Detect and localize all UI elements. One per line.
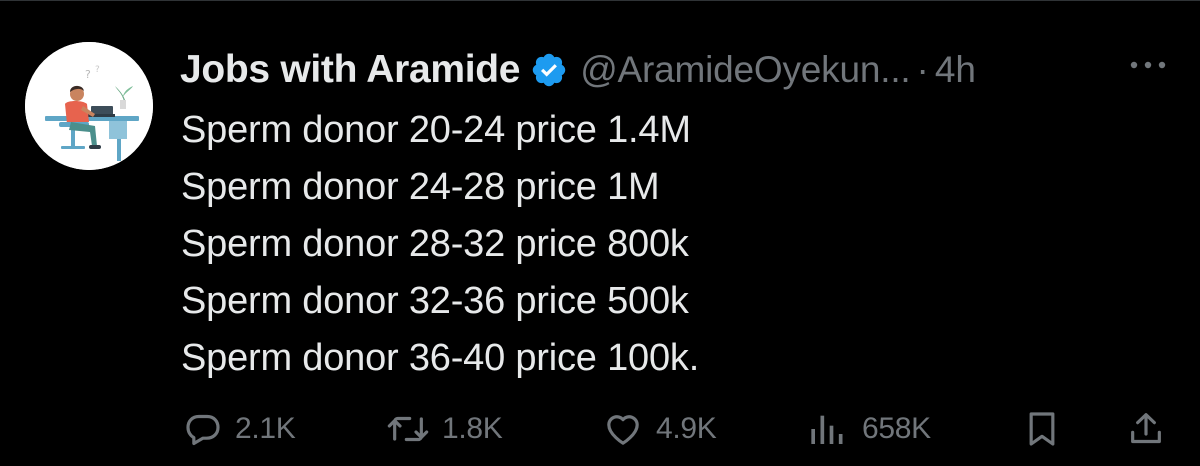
tweet-text-line: Sperm donor 36-40 price 100k. [181, 337, 700, 379]
repost-button[interactable]: 1.8K [386, 404, 503, 454]
repost-icon [387, 416, 429, 442]
tweet-text-line: Sperm donor 20-24 price 1.4M [181, 109, 691, 151]
tweet-text: Sperm donor 20-24 price 1.4M Sperm donor… [181, 102, 1171, 387]
tweet-action-bar: 2.1K 1.8K 4.9K 658K [0, 404, 1200, 454]
tweet-text-line: Sperm donor 32-36 price 500k [181, 280, 689, 322]
verified-badge-icon[interactable] [530, 51, 568, 89]
svg-text:?: ? [85, 68, 91, 81]
reply-count: 2.1K [235, 412, 296, 445]
heart-icon [607, 415, 639, 445]
views-button[interactable]: 658K [806, 404, 931, 454]
share-icon [1131, 413, 1161, 444]
tweet-text-line: Sperm donor 28-32 price 800k [181, 223, 689, 265]
tweet-header: Jobs with Aramide @AramideOyekun... · 4h [180, 44, 1180, 96]
bookmark-icon [1029, 412, 1055, 446]
views-count: 658K [862, 412, 931, 445]
tweet-text-line: Sperm donor 24-28 price 1M [181, 166, 660, 208]
reply-button[interactable]: 2.1K [183, 404, 296, 454]
tweet-timestamp[interactable]: 4h [935, 49, 976, 91]
tweet[interactable]: ? ? Jobs with Aramide @AramideOyekun... … [0, 0, 1200, 466]
author-handle[interactable]: @AramideOyekun... [580, 49, 910, 91]
header-separator: · [916, 49, 929, 90]
views-icon [811, 415, 843, 444]
avatar-illustration: ? ? [25, 42, 153, 170]
more-options-icon[interactable] [1126, 50, 1170, 80]
svg-text:?: ? [95, 65, 100, 75]
reply-icon [186, 414, 220, 446]
share-button[interactable] [1126, 404, 1166, 454]
repost-count: 1.8K [442, 412, 503, 445]
like-button[interactable]: 4.9K [602, 404, 717, 454]
avatar[interactable]: ? ? [25, 42, 153, 170]
author-display-name[interactable]: Jobs with Aramide [180, 48, 520, 92]
like-count: 4.9K [656, 412, 717, 445]
bookmark-button[interactable] [1022, 404, 1062, 454]
